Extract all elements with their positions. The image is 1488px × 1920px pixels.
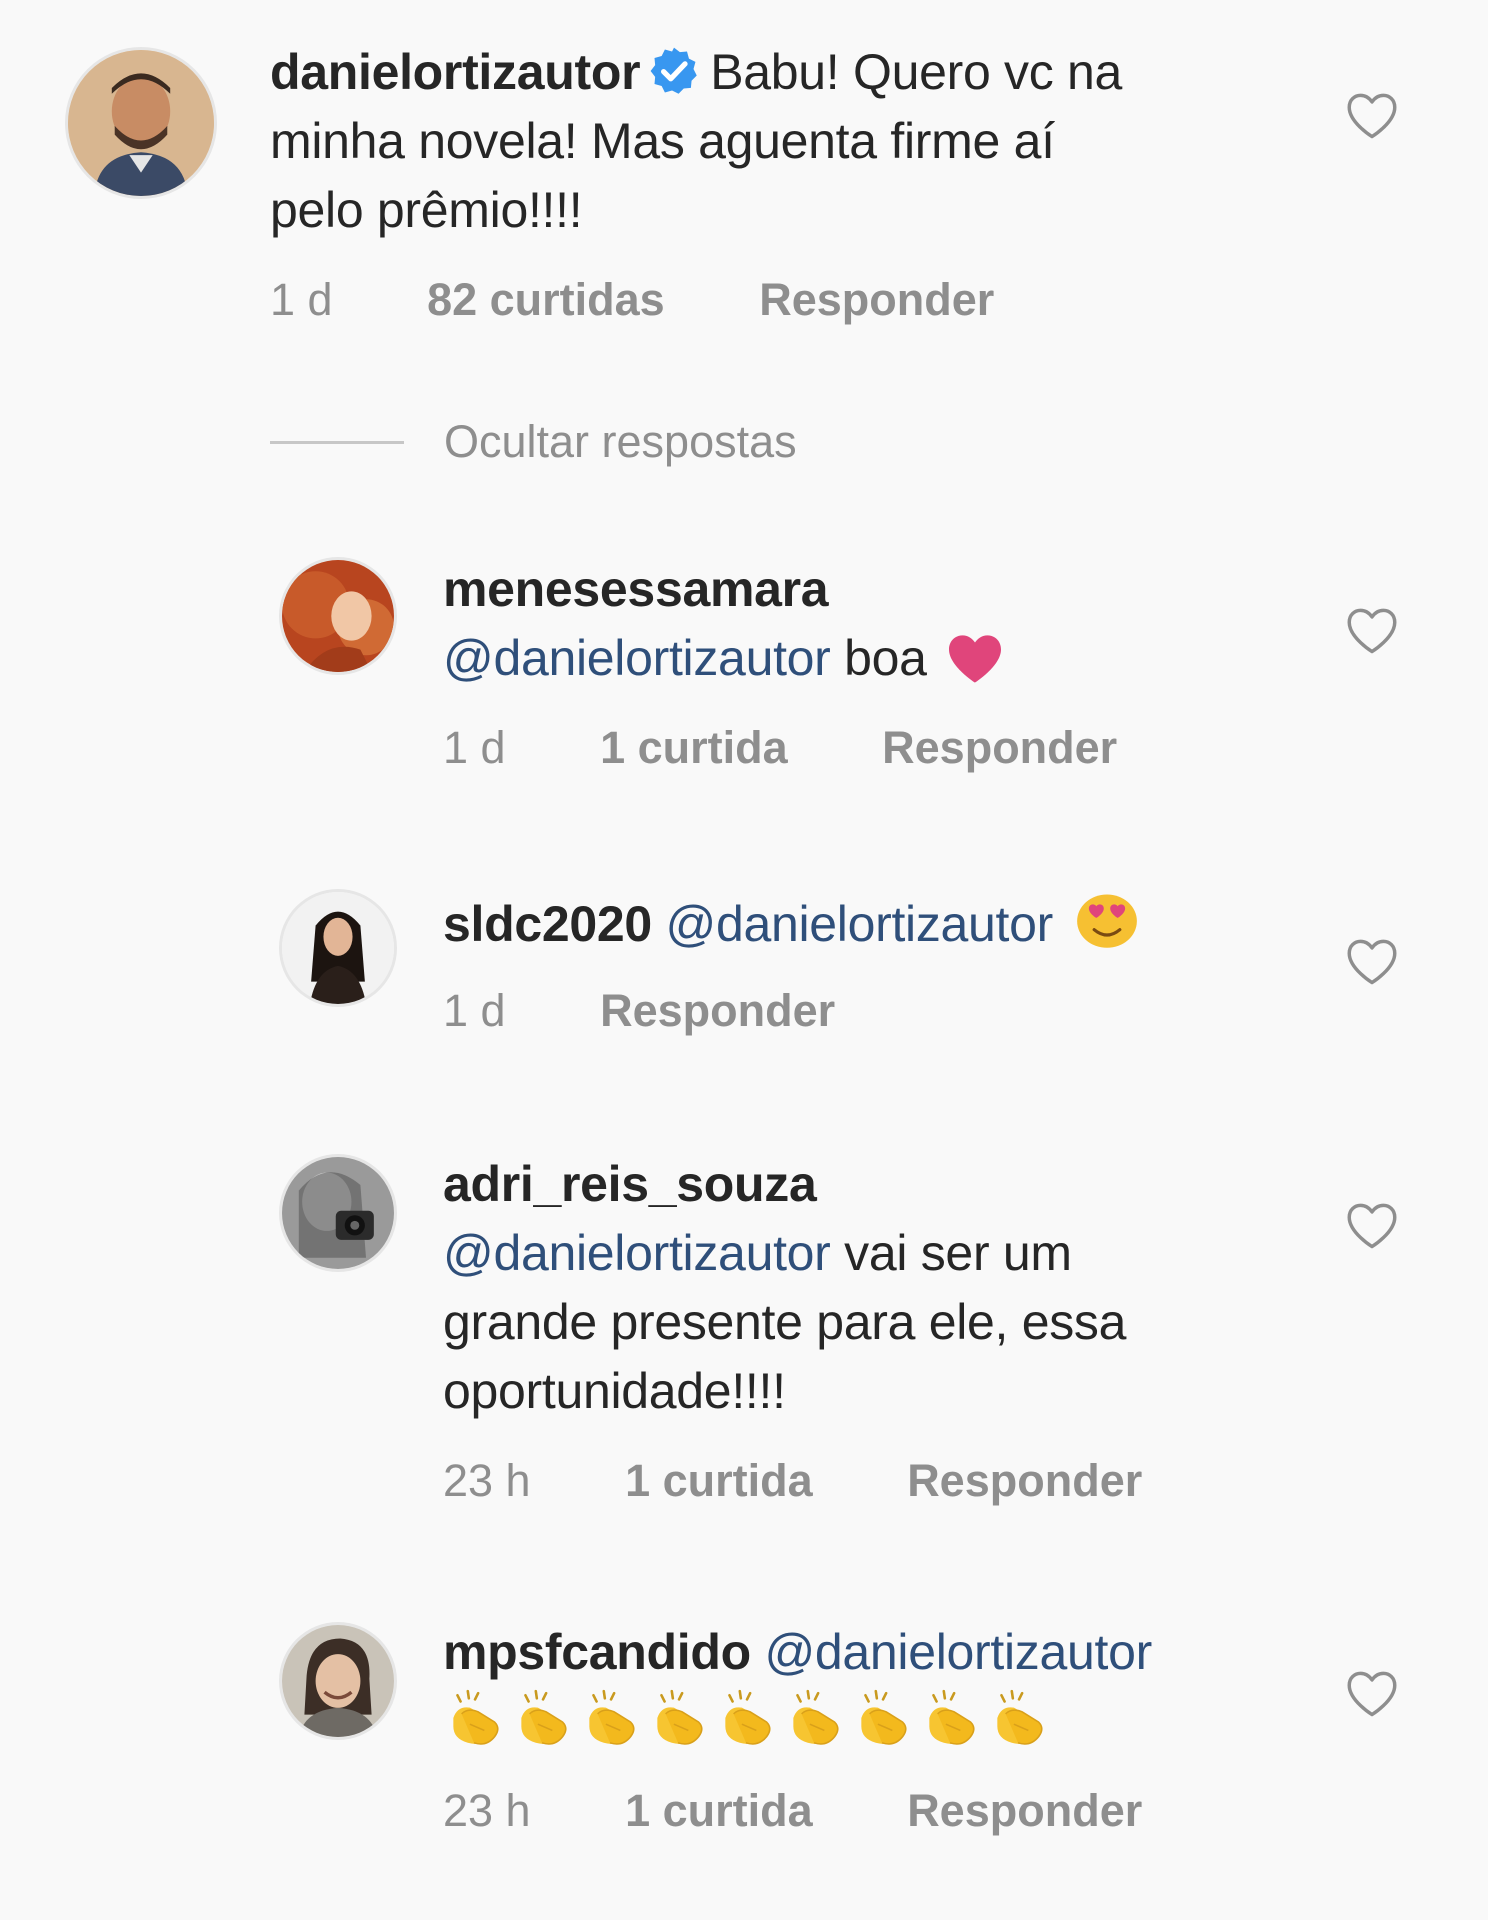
reply-button[interactable]: Responder: [907, 1785, 1142, 1837]
like-heart-icon[interactable]: [1346, 607, 1398, 655]
clapping-hands-emoji-icon: [725, 1689, 771, 1745]
reply-body: mpsfcandido @danielortizautor: [443, 1618, 1323, 1757]
reply-username[interactable]: mpsfcandido: [443, 1624, 751, 1680]
reply-body: adri_reis_souza @danielortizautor vai se…: [443, 1150, 1323, 1426]
avatar-image: [282, 1157, 394, 1269]
comment-body: danielortizautor Babu! Quero vc na minha…: [270, 38, 1270, 245]
mention-link[interactable]: @danielortizautor: [665, 896, 1053, 952]
avatar[interactable]: [282, 892, 394, 1004]
avatar-image: [68, 50, 214, 196]
reply-text: boa: [844, 630, 927, 686]
comment-text-line2: minha novela! Mas aguenta firme aí: [270, 113, 1055, 169]
comment-username[interactable]: danielortizautor: [270, 44, 641, 100]
reply-username[interactable]: menesessamara: [443, 561, 829, 617]
clapping-hands-emoji-icon: [997, 1689, 1043, 1745]
reply-text-line3: oportunidade!!!!: [443, 1363, 786, 1419]
avatar-image: [282, 1625, 394, 1737]
mention-link[interactable]: @danielortizautor: [443, 1225, 831, 1281]
comment-text-line1: Babu! Quero vc na: [710, 44, 1123, 100]
comment-meta: 1 d 82 curtidas Responder: [270, 274, 994, 326]
reply-meta: 1 d Responder: [443, 985, 835, 1037]
like-heart-icon[interactable]: [1346, 938, 1398, 986]
reply-button[interactable]: Responder: [907, 1455, 1142, 1507]
reply-text-line1: vai ser um: [844, 1225, 1072, 1281]
reply-username[interactable]: adri_reis_souza: [443, 1156, 817, 1212]
avatar[interactable]: [68, 50, 214, 196]
reply-time: 1 d: [443, 722, 506, 773]
reply-button[interactable]: Responder: [600, 985, 835, 1037]
reply-meta: 23 h 1 curtida Responder: [443, 1455, 1142, 1507]
like-heart-icon[interactable]: [1346, 1670, 1398, 1718]
avatar-image: [282, 560, 394, 672]
hide-replies-toggle[interactable]: Ocultar respostas: [270, 412, 797, 472]
comment-time: 1 d: [270, 274, 333, 325]
clapping-hands-emoji-icon: [657, 1689, 703, 1745]
avatar-image: [282, 892, 394, 1004]
reply-time: 23 h: [443, 1785, 531, 1836]
verified-badge-icon: [650, 47, 697, 94]
reply-text-line2: grande presente para ele, essa: [443, 1294, 1127, 1350]
clapping-hands-emoji-icon: [453, 1689, 499, 1745]
like-heart-icon[interactable]: [1346, 92, 1398, 140]
comment-text-line3: pelo prêmio!!!!: [270, 182, 583, 238]
reply-likes[interactable]: 1 curtida: [625, 1785, 813, 1837]
clapping-hands-emoji-icon: [861, 1689, 907, 1745]
mention-link[interactable]: @danielortizautor: [764, 1624, 1152, 1680]
clapping-hands-emoji-icon: [521, 1689, 567, 1745]
hide-replies-label[interactable]: Ocultar respostas: [444, 416, 797, 468]
reply-meta: 1 d 1 curtida Responder: [443, 722, 1117, 774]
reply-body: menesessamara @danielortizautor boa: [443, 555, 1323, 693]
reply-time: 23 h: [443, 1455, 531, 1506]
heart-emoji-icon: [949, 635, 1002, 683]
reply-body: sldc2020 @danielortizautor: [443, 887, 1323, 959]
avatar[interactable]: [282, 1625, 394, 1737]
divider-line: [270, 440, 404, 444]
clap-emoji-row: [443, 1689, 1055, 1750]
reply-button[interactable]: Responder: [759, 274, 994, 326]
mention-link[interactable]: @danielortizautor: [443, 630, 831, 686]
reply-username[interactable]: sldc2020: [443, 896, 652, 952]
avatar[interactable]: [282, 560, 394, 672]
comment-likes[interactable]: 82 curtidas: [427, 274, 665, 326]
like-heart-icon[interactable]: [1346, 1202, 1398, 1250]
clapping-hands-emoji-icon: [793, 1689, 839, 1745]
clapping-hands-emoji-icon: [589, 1689, 635, 1745]
heart-eyes-emoji-icon: [1076, 894, 1137, 948]
reply-time: 1 d: [443, 985, 506, 1036]
avatar[interactable]: [282, 1157, 394, 1269]
reply-likes[interactable]: 1 curtida: [625, 1455, 813, 1507]
reply-button[interactable]: Responder: [882, 722, 1117, 774]
reply-likes[interactable]: 1 curtida: [600, 722, 788, 774]
clapping-hands-emoji-icon: [929, 1689, 975, 1745]
reply-meta: 23 h 1 curtida Responder: [443, 1785, 1142, 1837]
